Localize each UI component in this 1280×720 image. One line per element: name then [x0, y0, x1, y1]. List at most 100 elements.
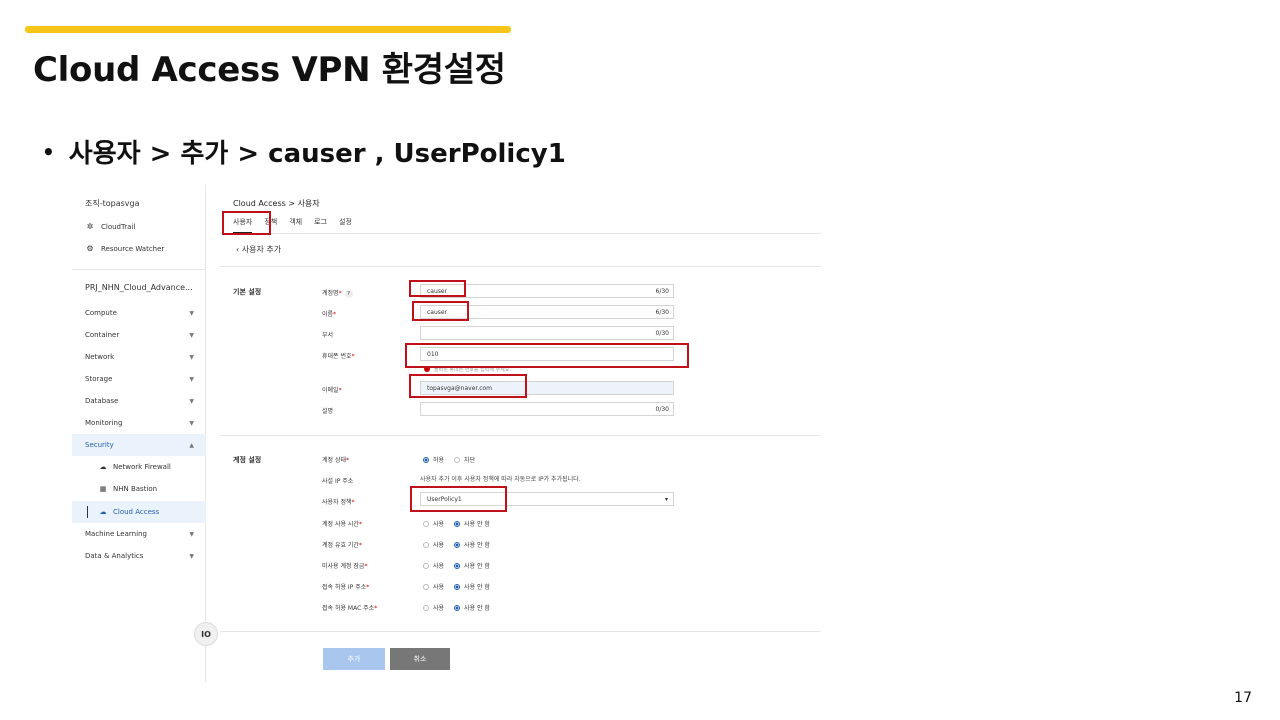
account-name-label: 계정명*?	[322, 288, 353, 298]
sidebar-item-data-analytics[interactable]: Data & Analytics ▼	[72, 545, 206, 567]
sidebar-item-network[interactable]: Network ▼	[72, 346, 206, 368]
back-link[interactable]: ‹ 사용자 추가	[236, 244, 281, 255]
tab-objects[interactable]: 객체	[289, 217, 302, 233]
cancel-button[interactable]: 취소	[390, 648, 450, 670]
cloudtrail-icon: ✲	[86, 222, 94, 231]
radio-not-use[interactable]	[454, 562, 461, 569]
highlight-name	[412, 301, 469, 321]
char-counter: 0/30	[655, 329, 669, 337]
department-label: 부서	[322, 332, 334, 339]
phone-label: 휴대폰 번호*	[322, 353, 355, 360]
option-label: 계정 유효 기간*	[322, 542, 362, 549]
console-screenshot: 조직-topasvga ✲ CloudTrail ⚙ Resource Watche…	[72, 185, 821, 682]
sidebar-sub-cloud-access[interactable]: ☁ Cloud Access	[72, 501, 206, 523]
radio-not-use[interactable]	[454, 583, 461, 590]
sidebar-item-compute[interactable]: Compute ▼	[72, 302, 206, 324]
project-name[interactable]: PRJ_NHN_Cloud_Advance...	[85, 283, 193, 292]
chevron-down-icon: ▼	[189, 375, 194, 383]
tab-settings[interactable]: 설정	[339, 217, 352, 233]
private-ip-note: 사용자 추가 이후 사용자 정책에 따라 자동으로 IP가 추가됩니다.	[420, 476, 581, 483]
main-content: Cloud Access > 사용자 사용자 정책 객체 로그 설정 ‹ 사용자…	[206, 185, 821, 682]
option-radio-group: 사용 사용 안 함	[423, 582, 490, 591]
chevron-down-icon: ▼	[189, 419, 194, 427]
section-basic-title: 기본 설정	[233, 288, 262, 296]
option-label: 접속 허용 IP 주소*	[322, 584, 370, 591]
sidebar-link-resource-watcher[interactable]: ⚙ Resource Watcher	[85, 244, 164, 253]
highlight-users-tab	[222, 211, 271, 235]
radio-use[interactable]	[423, 583, 429, 590]
chevron-down-icon: ▼	[189, 309, 194, 317]
name-label: 이름*	[322, 311, 337, 318]
section-divider	[220, 435, 821, 436]
option-label: 접속 허용 MAC 주소*	[322, 605, 378, 612]
radio-not-use[interactable]	[454, 541, 461, 548]
option-radio-group: 사용 사용 안 함	[423, 540, 490, 549]
sidebar: 조직-topasvga ✲ CloudTrail ⚙ Resource Watche…	[72, 185, 206, 682]
bullet-point: • 사용자 > 추가 > causer , UserPolicy1	[42, 139, 566, 169]
network-firewall-icon: ☁	[99, 463, 107, 471]
chevron-down-icon: ▼	[189, 353, 194, 361]
bastion-icon: ▦	[99, 485, 107, 493]
chevron-up-icon: ▲	[189, 441, 194, 449]
title-accent-bar	[25, 26, 511, 33]
section-account-title: 계정 설정	[233, 456, 262, 464]
radio-block[interactable]	[454, 456, 461, 463]
sidebar-item-monitoring[interactable]: Monitoring ▼	[72, 412, 206, 434]
email-label: 이메일*	[322, 387, 342, 394]
chevron-down-icon: ▼	[189, 397, 194, 405]
tab-logs[interactable]: 로그	[314, 217, 327, 233]
highlight-phone	[405, 343, 689, 368]
account-status-radio-group: 허용 차단	[423, 455, 475, 464]
radio-not-use[interactable]	[454, 604, 461, 611]
breadcrumb: Cloud Access > 사용자	[233, 199, 320, 208]
sidebar-item-storage[interactable]: Storage ▼	[72, 368, 206, 390]
radio-allow[interactable]	[423, 456, 429, 463]
private-ip-label: 사설 IP 주소	[322, 478, 354, 485]
chevron-down-icon: ▼	[189, 331, 194, 339]
radio-use[interactable]	[423, 541, 429, 548]
org-name[interactable]: 조직-topasvga	[85, 198, 140, 209]
chevron-down-icon: ▼	[189, 552, 194, 560]
sidebar-item-container[interactable]: Container ▼	[72, 324, 206, 346]
description-label: 설명	[322, 408, 334, 415]
highlight-user-policy	[410, 486, 507, 512]
highlight-email	[409, 374, 527, 398]
highlight-account-name	[409, 280, 466, 297]
sidebar-link-cloudtrail[interactable]: ✲ CloudTrail	[85, 222, 136, 231]
radio-use[interactable]	[423, 604, 429, 611]
option-radio-group: 사용 사용 안 함	[423, 603, 490, 612]
option-label: 계정 사용 시간*	[322, 521, 362, 528]
sidebar-item-security[interactable]: Security ▲	[72, 434, 206, 456]
tab-divider	[220, 233, 821, 234]
sidebar-divider	[72, 269, 206, 270]
resource-watcher-icon: ⚙	[86, 244, 94, 253]
sidebar-item-database[interactable]: Database ▼	[72, 390, 206, 412]
radio-use[interactable]	[423, 520, 429, 527]
sidebar-item-machine-learning[interactable]: Machine Learning ▼	[72, 523, 206, 545]
radio-not-use[interactable]	[454, 520, 461, 527]
caret-down-icon: ▾	[664, 495, 668, 503]
slide-title: Cloud Access VPN 환경설정	[33, 50, 506, 90]
char-counter: 6/30	[655, 308, 669, 316]
char-counter: 6/30	[655, 287, 669, 295]
department-input[interactable]: 0/30	[420, 326, 674, 340]
page-number: 17	[1234, 690, 1252, 706]
help-icon[interactable]: ?	[344, 290, 353, 298]
current-indicator	[87, 506, 88, 518]
bullet-text: 사용자 > 추가 > causer , UserPolicy1	[68, 139, 566, 169]
description-input[interactable]: 0/30	[420, 402, 674, 416]
cloud-access-icon: ☁	[99, 508, 107, 516]
sidebar-sub-nhn-bastion[interactable]: ▦ NHN Bastion	[98, 485, 157, 493]
option-radio-group: 사용 사용 안 함	[423, 561, 490, 570]
option-radio-group: 사용 사용 안 함	[423, 519, 490, 528]
add-button[interactable]: 추가	[323, 648, 385, 670]
section-divider	[220, 266, 821, 267]
radio-use[interactable]	[423, 562, 429, 569]
option-label: 미사용 계정 잠금*	[322, 563, 368, 570]
chevron-down-icon: ▼	[189, 530, 194, 538]
user-policy-label: 사용자 정책*	[322, 499, 355, 506]
section-divider	[220, 631, 821, 632]
account-status-label: 계정 상태*	[322, 457, 349, 464]
sidebar-sub-network-firewall[interactable]: ☁ Network Firewall	[98, 463, 171, 471]
char-counter: 0/30	[655, 405, 669, 413]
